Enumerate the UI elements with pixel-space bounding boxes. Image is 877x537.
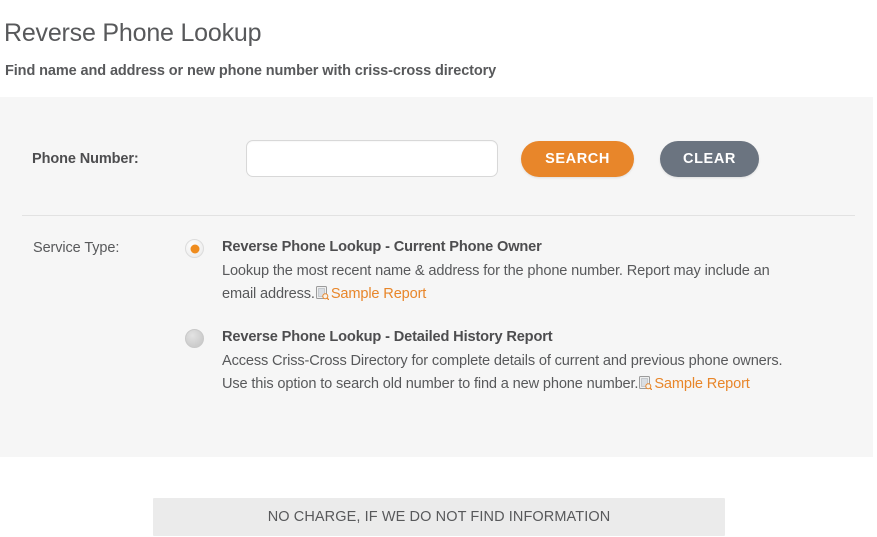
phone-number-row: Phone Number: SEARCH CLEAR	[0, 97, 873, 215]
clear-button[interactable]: CLEAR	[660, 141, 759, 177]
panel-divider	[22, 215, 855, 216]
option-description: Access Criss-Cross Directory for complet…	[222, 350, 787, 396]
page-subtitle: Find name and address or new phone numbe…	[5, 63, 497, 79]
service-option-detailed-history[interactable]: Reverse Phone Lookup - Detailed History …	[185, 327, 855, 396]
phone-number-input[interactable]	[246, 140, 498, 177]
radio-detailed-history[interactable]	[185, 329, 204, 348]
search-button[interactable]: SEARCH	[521, 141, 634, 177]
document-search-icon	[639, 375, 653, 391]
sample-report-link[interactable]: Sample Report	[331, 286, 427, 302]
no-charge-text: NO CHARGE, IF WE DO NOT FIND INFORMATION	[267, 509, 611, 525]
option-title: Reverse Phone Lookup - Current Phone Own…	[222, 239, 542, 255]
lookup-form-panel: Phone Number: SEARCH CLEAR Service Type:…	[0, 97, 873, 457]
sample-report-link[interactable]: Sample Report	[654, 376, 750, 392]
option-body: Reverse Phone Lookup - Detailed History …	[222, 327, 855, 396]
no-charge-banner: NO CHARGE, IF WE DO NOT FIND INFORMATION	[153, 498, 725, 536]
radio-current-owner[interactable]	[185, 239, 204, 258]
option-title: Reverse Phone Lookup - Detailed History …	[222, 329, 553, 345]
option-description-text: Lookup the most recent name & address fo…	[222, 263, 770, 302]
phone-number-label: Phone Number:	[32, 151, 139, 167]
option-description: Lookup the most recent name & address fo…	[222, 260, 787, 306]
document-search-icon	[315, 285, 330, 301]
option-body: Reverse Phone Lookup - Current Phone Own…	[222, 237, 855, 306]
service-type-label: Service Type:	[33, 240, 120, 256]
service-option-current-owner[interactable]: Reverse Phone Lookup - Current Phone Own…	[185, 237, 855, 306]
page-title: Reverse Phone Lookup	[4, 18, 262, 47]
